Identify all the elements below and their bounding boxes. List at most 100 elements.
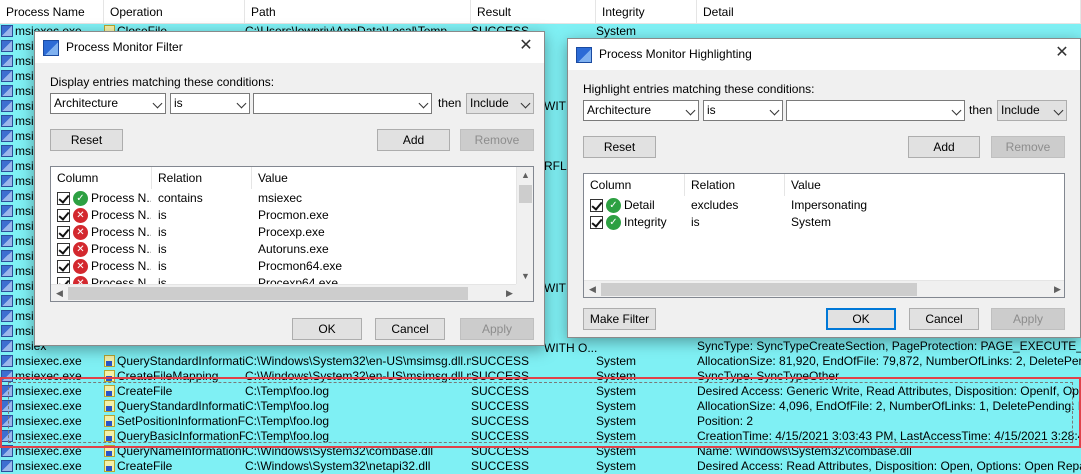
highlight-value-combo[interactable] <box>786 100 965 121</box>
cell: msiexec.exe <box>0 459 104 474</box>
highlight-cancel-button[interactable]: Cancel <box>909 308 979 330</box>
highlight-column-select[interactable]: Architecture <box>583 100 699 121</box>
cell: msiexec.exe <box>0 429 104 444</box>
close-icon[interactable]: ✕ <box>1053 44 1071 62</box>
list-item[interactable]: ✓ Detail excludes Impersonating <box>584 197 1064 214</box>
close-icon[interactable]: ✕ <box>517 37 535 55</box>
chevron-down-icon <box>418 98 429 109</box>
highlight-action-select[interactable]: Include <box>997 100 1067 121</box>
column-header-path[interactable]: Path <box>245 0 471 24</box>
peek-detail: SyncType: SyncTypeCreateSection, PagePro… <box>697 339 1081 353</box>
cell-result: SUCCESS <box>471 399 530 413</box>
rule-checkbox[interactable] <box>57 226 70 239</box>
table-row[interactable]: msiexec.exe QueryStandardInformatio...C:\… <box>0 354 1081 369</box>
list-item[interactable]: ✕ Process N... is Procmon64.exe <box>51 258 533 275</box>
table-row[interactable]: msiexec.exe QueryBasicInformationFile C:\T… <box>0 429 1081 444</box>
list-item[interactable]: ✓ Process N... contains msiexec <box>51 190 533 207</box>
hscroll-thumb <box>601 283 917 296</box>
file-operation-icon <box>104 415 115 427</box>
rule-column: Process N... <box>91 225 151 239</box>
cell: C:\Windows\System32\netapi32.dll <box>245 459 471 474</box>
column-header-detail[interactable]: Detail <box>697 0 1081 24</box>
cell: msiexec.exe <box>0 384 104 399</box>
process-icon <box>1 145 13 157</box>
table-row[interactable]: msiexec.exe SetPositionInformationFile C:\… <box>0 414 1081 429</box>
rule-checkbox[interactable] <box>57 243 70 256</box>
filter-rule-list[interactable]: Column Relation Value ✓ Process N... conta… <box>50 166 534 302</box>
cell-result: SUCCESS <box>471 414 530 428</box>
filter-header-relation[interactable]: Relation <box>152 167 252 189</box>
highlight-list-hscroll[interactable]: ◀ ▶ <box>584 280 1064 297</box>
cell-integrity: System <box>596 369 637 383</box>
cell: CreateFile <box>104 459 245 474</box>
chevron-down-icon <box>520 98 531 109</box>
filter-add-button[interactable]: Add <box>377 129 450 151</box>
rule-checkbox[interactable] <box>590 199 603 212</box>
table-row[interactable]: msiexec.exe CreateFileMapping C:\Windows\S… <box>0 369 1081 384</box>
table-row[interactable]: msiexec.exe CreateFile C:\Windows\System32… <box>0 459 1081 474</box>
process-icon <box>1 205 13 217</box>
rule-checkbox[interactable] <box>57 192 70 205</box>
column-header-process-name[interactable]: Process Name <box>0 0 104 24</box>
cell-path: C:\Windows\System32\netapi32.dll <box>245 459 431 473</box>
cell-integrity: System <box>596 459 637 473</box>
list-item[interactable]: ✓ Integrity is System <box>584 214 1064 231</box>
filter-list-vscroll[interactable]: ▲ ▼ <box>516 167 533 285</box>
list-item[interactable]: ✕ Process N... is Autoruns.exe <box>51 241 533 258</box>
rule-checkbox[interactable] <box>590 216 603 229</box>
cell-result: SUCCESS <box>471 444 530 458</box>
cell <box>697 24 1081 39</box>
filter-action-select[interactable]: Include <box>466 93 534 114</box>
filter-titlebar[interactable]: Process Monitor Filter ✕ <box>35 32 544 63</box>
file-operation-icon <box>104 460 115 472</box>
filter-relation-select[interactable]: is <box>170 93 250 114</box>
cell: C:\Temp\foo.log <box>245 399 471 414</box>
process-icon <box>1 370 13 382</box>
make-filter-button[interactable]: Make Filter <box>583 308 656 330</box>
highlight-remove-button[interactable]: Remove <box>991 136 1065 158</box>
cell-detail: Desired Access: Generic Write, Read Attr… <box>697 384 1081 398</box>
cell: C:\Windows\System32\en-US\msimsg.dll.mui <box>245 354 471 369</box>
cell: SUCCESS <box>471 414 596 429</box>
column-header-result[interactable]: Result <box>471 0 596 24</box>
rule-relation: is <box>158 225 167 239</box>
chevron-down-icon <box>769 105 780 116</box>
highlight-header-value[interactable]: Value <box>785 174 1064 196</box>
filter-reset-button[interactable]: Reset <box>50 129 123 151</box>
column-header-operation[interactable]: Operation <box>104 0 245 24</box>
filter-value-combo[interactable] <box>253 93 432 114</box>
rule-checkbox[interactable] <box>57 260 70 273</box>
cell-proc: msiexec.exe <box>15 354 82 368</box>
filter-cancel-button[interactable]: Cancel <box>375 318 445 340</box>
list-item[interactable]: ✕ Process N... is Procexp.exe <box>51 224 533 241</box>
cell: CreateFile <box>104 384 245 399</box>
highlight-relation-select[interactable]: is <box>703 100 783 121</box>
rule-column: Process N... <box>91 259 151 273</box>
highlight-titlebar[interactable]: Process Monitor Highlighting ✕ <box>568 39 1080 70</box>
column-header-integrity[interactable]: Integrity <box>596 0 697 24</box>
cell: System <box>596 24 697 39</box>
filter-column-select[interactable]: Architecture <box>50 93 166 114</box>
list-item[interactable]: ✕ Process N... is Procmon.exe <box>51 207 533 224</box>
filter-apply-button[interactable]: Apply <box>460 318 534 340</box>
highlight-rule-list[interactable]: Column Relation Value ✓ Detail excludes Imp… <box>583 173 1065 298</box>
filter-header-column[interactable]: Column <box>51 167 152 189</box>
highlight-ok-button[interactable]: OK <box>826 308 896 330</box>
highlight-apply-button[interactable]: Apply <box>991 308 1065 330</box>
table-row[interactable]: msiexec.exe CreateFile C:\Temp\foo.log SUCC… <box>0 384 1081 399</box>
filter-remove-button[interactable]: Remove <box>460 129 534 151</box>
cell: System <box>596 429 697 444</box>
highlight-add-button[interactable]: Add <box>908 136 980 158</box>
highlight-header-relation[interactable]: Relation <box>685 174 785 196</box>
cell-integrity: System <box>596 429 637 443</box>
highlight-reset-button[interactable]: Reset <box>583 136 656 158</box>
filter-ok-button[interactable]: OK <box>292 318 362 340</box>
filter-header-value[interactable]: Value <box>252 167 517 189</box>
table-row[interactable]: msiexec.exe QueryStandardInformatio...C:\… <box>0 399 1081 414</box>
filter-list-hscroll[interactable]: ◀ ▶ <box>51 284 518 301</box>
process-icon <box>1 445 13 457</box>
rule-checkbox[interactable] <box>57 209 70 222</box>
chevron-down-icon <box>1053 105 1064 116</box>
highlight-header-column[interactable]: Column <box>584 174 685 196</box>
table-row[interactable]: msiexec.exe QueryNameInformationFileC:\Wi… <box>0 444 1081 459</box>
